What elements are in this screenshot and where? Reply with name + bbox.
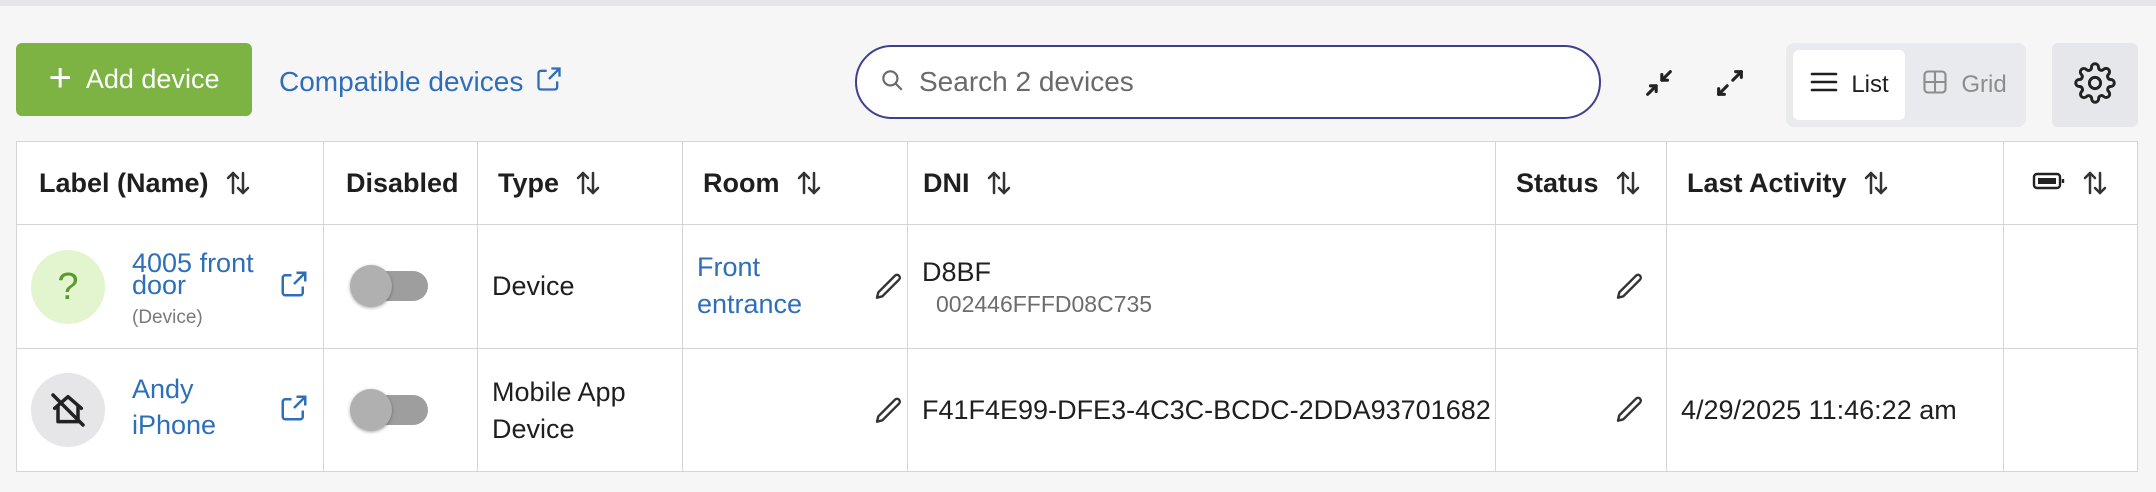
compatible-devices-label: Compatible devices bbox=[279, 66, 524, 97]
header-type[interactable]: Type bbox=[478, 142, 683, 224]
disabled-toggle[interactable] bbox=[350, 265, 428, 307]
dni-cell: D8BF 002446FFFD08C735 bbox=[908, 225, 1496, 348]
compatible-devices-link[interactable]: Compatible devices bbox=[279, 62, 563, 102]
top-divider bbox=[0, 0, 2156, 6]
type-cell: Mobile App Device bbox=[478, 349, 683, 472]
table-header-row: Label (Name) Disabled Type Room DNI Stat… bbox=[17, 142, 2137, 225]
sort-icon[interactable] bbox=[223, 168, 253, 198]
last-activity-cell bbox=[1667, 225, 2004, 348]
add-device-label: Add device bbox=[85, 64, 220, 94]
header-room[interactable]: Room bbox=[683, 142, 908, 224]
sort-icon[interactable] bbox=[573, 168, 603, 198]
disabled-cell bbox=[324, 349, 478, 472]
device-name-line: iPhone bbox=[132, 410, 217, 440]
add-device-button[interactable]: + Add device bbox=[16, 43, 252, 116]
edit-room-icon[interactable] bbox=[873, 395, 905, 432]
toggle-knob bbox=[350, 389, 392, 431]
sort-icon[interactable] bbox=[1861, 168, 1891, 198]
external-link-icon[interactable] bbox=[279, 269, 309, 304]
disabled-home-icon bbox=[31, 373, 105, 447]
label-cell: ? 4005 front door (Device) bbox=[17, 225, 324, 348]
header-battery[interactable] bbox=[2004, 142, 2137, 224]
toggle-knob bbox=[350, 265, 392, 307]
room-line: Front bbox=[697, 252, 761, 282]
gear-icon bbox=[2074, 61, 2116, 109]
header-dni-text: DNI bbox=[923, 167, 970, 198]
status-cell bbox=[1496, 225, 1667, 348]
list-icon bbox=[1809, 70, 1839, 101]
table-row: Andy iPhone Mobile App Device F41F4E99-D bbox=[17, 349, 2137, 472]
device-name-line: Andy bbox=[132, 374, 194, 404]
view-toggle: List Grid bbox=[1786, 43, 2026, 127]
list-view-label: List bbox=[1851, 71, 1889, 98]
search-input[interactable] bbox=[919, 66, 1559, 98]
disabled-toggle[interactable] bbox=[350, 389, 428, 431]
device-name-link[interactable]: 4005 front door bbox=[132, 245, 254, 303]
header-dni[interactable]: DNI bbox=[908, 142, 1496, 224]
type-line: Device bbox=[492, 413, 575, 444]
header-type-text: Type bbox=[498, 167, 560, 198]
toolbar: + Add device Compatible devices Search 2… bbox=[0, 40, 2156, 127]
header-last-activity[interactable]: Last Activity bbox=[1667, 142, 2004, 224]
header-status[interactable]: Status bbox=[1496, 142, 1667, 224]
battery-cell bbox=[2004, 349, 2137, 472]
battery-cell bbox=[2004, 225, 2137, 348]
type-cell: Device bbox=[478, 225, 683, 348]
last-activity-cell: 4/29/2025 11:46:22 am bbox=[1667, 349, 2004, 472]
edit-status-icon[interactable] bbox=[1614, 394, 1646, 431]
type-line: Device bbox=[492, 271, 575, 301]
dni-subtext: 002446FFFD08C735 bbox=[936, 291, 1153, 317]
battery-icon bbox=[2032, 168, 2066, 199]
header-label[interactable]: Label (Name) bbox=[17, 142, 324, 224]
grid-view-button[interactable]: Grid bbox=[1909, 50, 2019, 120]
header-room-text: Room bbox=[703, 167, 780, 198]
grid-view-label: Grid bbox=[1961, 71, 2007, 98]
type-text: Mobile App Device bbox=[478, 374, 626, 448]
edit-status-icon[interactable] bbox=[1614, 271, 1646, 308]
label-cell: Andy iPhone bbox=[17, 349, 324, 472]
external-link-icon bbox=[535, 65, 563, 100]
settings-button[interactable] bbox=[2052, 43, 2138, 127]
type-text: Device bbox=[478, 268, 575, 305]
room-link[interactable]: Front entrance bbox=[697, 249, 802, 323]
sort-icon[interactable] bbox=[2080, 168, 2110, 198]
room-cell: Front entrance bbox=[683, 225, 908, 348]
dni-cell: F41F4E99-DFE3-4C3C-BCDC-2DDA93701682 bbox=[908, 349, 1496, 472]
sort-icon[interactable] bbox=[984, 168, 1014, 198]
device-name-link[interactable]: Andy iPhone bbox=[132, 371, 216, 443]
dni-text: D8BF bbox=[922, 257, 992, 287]
list-view-button[interactable]: List bbox=[1793, 50, 1905, 120]
header-disabled-text: Disabled bbox=[346, 167, 459, 198]
grid-icon bbox=[1921, 68, 1949, 103]
edit-room-icon[interactable] bbox=[873, 271, 905, 308]
device-subtitle: (Device) bbox=[132, 307, 203, 328]
collapse-icon[interactable] bbox=[1638, 62, 1680, 104]
room-cell bbox=[683, 349, 908, 472]
table-row: ? 4005 front door (Device) Device Front bbox=[17, 225, 2137, 349]
last-activity-text: 4/29/2025 11:46:22 am bbox=[1681, 395, 1957, 425]
dni-text: F41F4E99-DFE3-4C3C-BCDC-2DDA93701682 bbox=[922, 395, 1491, 425]
devices-table: Label (Name) Disabled Type Room DNI Stat… bbox=[16, 141, 2138, 472]
status-cell bbox=[1496, 349, 1667, 472]
search-box[interactable] bbox=[855, 45, 1601, 119]
header-disabled: Disabled bbox=[324, 142, 478, 224]
external-link-icon[interactable] bbox=[279, 393, 309, 428]
header-label-text: Label (Name) bbox=[39, 167, 209, 198]
type-line: Mobile App bbox=[492, 376, 626, 407]
sort-icon[interactable] bbox=[1613, 168, 1643, 198]
sort-icon[interactable] bbox=[794, 168, 824, 198]
avatar-symbol: ? bbox=[57, 265, 79, 308]
search-icon bbox=[879, 67, 905, 98]
expand-icon[interactable] bbox=[1709, 62, 1751, 104]
plus-icon: + bbox=[48, 55, 72, 100]
disabled-cell bbox=[324, 225, 478, 348]
question-mark-icon: ? bbox=[31, 250, 105, 324]
header-status-text: Status bbox=[1516, 167, 1599, 198]
header-last-activity-text: Last Activity bbox=[1687, 167, 1847, 198]
room-line: entrance bbox=[697, 289, 803, 319]
